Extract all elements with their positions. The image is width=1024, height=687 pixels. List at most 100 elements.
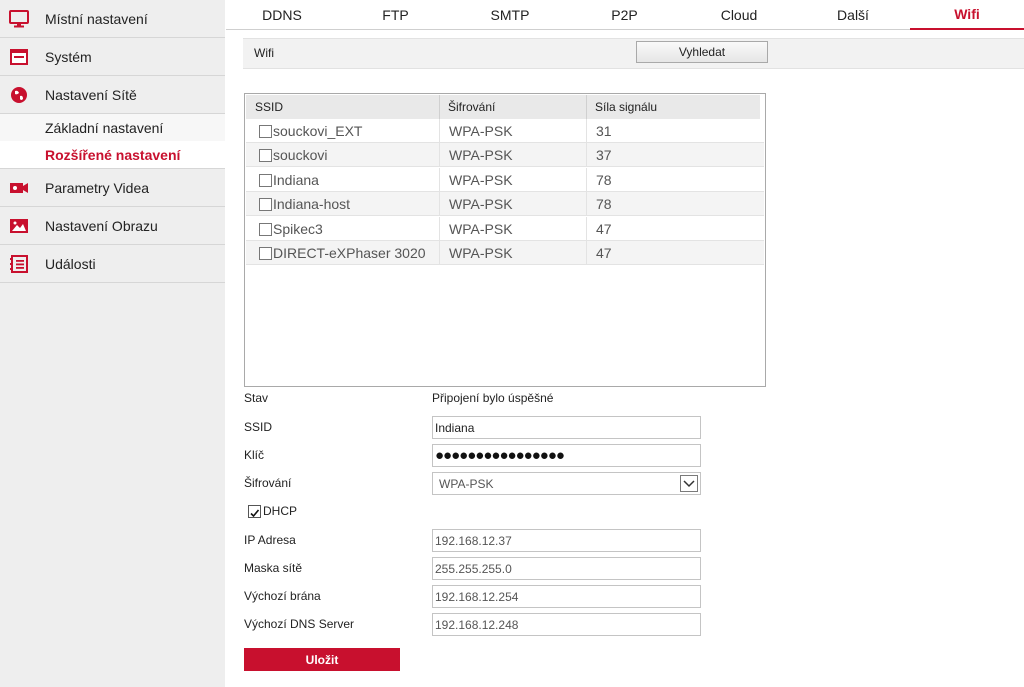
search-button[interactable]: Vyhledat — [636, 41, 768, 63]
chevron-down-icon[interactable] — [680, 475, 698, 492]
tab-p2p[interactable]: P2P — [567, 0, 682, 30]
column-divider — [439, 143, 440, 167]
signal-cell: 37 — [596, 147, 612, 163]
subnet-mask-input[interactable]: 255.255.255.0 — [432, 557, 701, 580]
monitor-icon — [9, 10, 29, 28]
dhcp-checkbox[interactable] — [248, 505, 261, 518]
ssid-label: SSID — [244, 420, 273, 434]
encryption-cell: WPA-PSK — [449, 221, 513, 237]
sidebar-item-image-settings[interactable]: Nastavení Obrazu — [0, 207, 225, 245]
sidebar-item-system[interactable]: Systém — [0, 38, 225, 76]
sidebar-item-network-settings[interactable]: Nastavení Sítě — [0, 76, 225, 114]
sidebar-item-label: Nastavení Obrazu — [45, 217, 158, 234]
ssid-cell: Indiana-host — [273, 196, 351, 212]
ip-address-input[interactable]: 192.168.12.37 — [432, 529, 701, 552]
signal-cell: 47 — [596, 221, 612, 237]
encryption-cell: WPA-PSK — [449, 172, 513, 188]
column-divider — [439, 241, 440, 265]
tab-ddns[interactable]: DDNS — [226, 0, 338, 30]
tab-other[interactable]: Další — [796, 0, 910, 30]
signal-cell: 47 — [596, 245, 612, 261]
events-icon — [9, 255, 29, 273]
signal-cell: 78 — [596, 172, 612, 188]
wifi-section-title: Wifi — [254, 46, 274, 60]
table-row[interactable]: Spikec3 WPA-PSK 47 — [246, 217, 764, 241]
sidebar-item-label: Systém — [45, 48, 92, 65]
network-submenu: Základní nastavení Rozšířené nastavení — [0, 114, 225, 169]
column-divider — [586, 241, 587, 265]
encryption-selected-value: WPA-PSK — [439, 476, 494, 491]
signal-cell: 31 — [596, 123, 612, 139]
tab-wifi[interactable]: Wifi — [910, 0, 1024, 30]
sidebar-item-local-settings[interactable]: Místní nastavení — [0, 0, 225, 38]
encryption-cell: WPA-PSK — [449, 147, 513, 163]
encryption-cell: WPA-PSK — [449, 123, 513, 139]
tab-ftp[interactable]: FTP — [338, 0, 453, 30]
ssid-cell: Spikec3 — [273, 221, 323, 237]
row-checkbox[interactable] — [259, 149, 272, 162]
wifi-network-table: SSID Šifrování Síla signálu souckovi_EXT… — [244, 93, 766, 387]
sidebar-item-events[interactable]: Události — [0, 245, 225, 283]
column-divider — [586, 192, 587, 216]
sidebar-item-label: Parametry Videa — [45, 179, 150, 196]
column-divider — [439, 95, 440, 119]
column-divider — [586, 168, 587, 192]
encryption-label: Šifrování — [244, 476, 292, 490]
ssid-cell: souckovi_EXT — [273, 123, 363, 139]
table-row[interactable]: Indiana-host WPA-PSK 78 — [246, 192, 764, 216]
column-divider — [439, 192, 440, 216]
row-checkbox[interactable] — [259, 174, 272, 187]
column-divider — [586, 143, 587, 167]
gateway-input[interactable]: 192.168.12.254 — [432, 585, 701, 608]
key-label: Klíč — [244, 448, 265, 462]
column-divider — [439, 119, 440, 143]
tab-bar: DDNS FTP SMTP P2P Cloud Další Wifi — [226, 0, 1024, 30]
column-divider — [586, 95, 587, 119]
signal-cell: 78 — [596, 196, 612, 212]
dns-server-label: Výchozí DNS Server — [244, 617, 355, 631]
wifi-header: Wifi Vyhledat — [243, 38, 1024, 69]
ssid-cell: Indiana — [273, 172, 319, 188]
key-password-input[interactable]: ●●●●●●●●●●●●●●●● — [432, 444, 701, 467]
gateway-label: Výchozí brána — [244, 589, 321, 603]
subnet-mask-label: Maska sítě — [244, 561, 303, 575]
system-icon — [9, 48, 29, 66]
ip-address-label: IP Adresa — [244, 533, 296, 547]
image-icon — [9, 217, 29, 235]
tab-cloud[interactable]: Cloud — [682, 0, 796, 30]
column-header-ssid: SSID — [255, 100, 284, 114]
row-checkbox[interactable] — [259, 198, 272, 211]
table-row[interactable]: souckovi WPA-PSK 37 — [246, 143, 764, 167]
video-camera-icon — [9, 179, 29, 197]
table-row[interactable]: souckovi_EXT WPA-PSK 31 — [246, 119, 764, 143]
dns-server-input[interactable]: 192.168.12.248 — [432, 613, 701, 636]
sidebar-item-label: Nastavení Sítě — [45, 86, 137, 103]
sidebar-item-label: Místní nastavení — [45, 10, 148, 27]
column-divider — [586, 217, 587, 241]
row-checkbox[interactable] — [259, 125, 272, 138]
column-header-signal: Síla signálu — [595, 100, 658, 114]
table-header: SSID Šifrování Síla signálu — [246, 95, 760, 119]
column-divider — [439, 217, 440, 241]
dhcp-label: DHCP — [263, 504, 298, 518]
encryption-cell: WPA-PSK — [449, 196, 513, 212]
ssid-cell: DIRECT-eXPhaser 3020 — [273, 245, 426, 261]
ssid-input[interactable]: Indiana — [432, 416, 701, 439]
globe-icon — [9, 86, 29, 104]
sidebar-item-label: Události — [45, 255, 96, 272]
column-header-encryption: Šifrování — [448, 100, 496, 114]
sidebar-subitem-advanced-settings[interactable]: Rozšířené nastavení — [0, 141, 225, 168]
ssid-cell: souckovi — [273, 147, 328, 163]
encryption-select[interactable]: WPA-PSK — [432, 472, 701, 495]
table-row[interactable]: DIRECT-eXPhaser 3020 WPA-PSK 47 — [246, 241, 764, 265]
table-row[interactable]: Indiana WPA-PSK 78 — [246, 168, 764, 192]
sidebar-item-video-parameters[interactable]: Parametry Videa — [0, 169, 225, 207]
encryption-cell: WPA-PSK — [449, 245, 513, 261]
column-divider — [586, 119, 587, 143]
column-divider — [439, 168, 440, 192]
tab-smtp[interactable]: SMTP — [453, 0, 567, 30]
row-checkbox[interactable] — [259, 223, 272, 236]
save-button[interactable]: Uložit — [244, 648, 400, 671]
sidebar-subitem-basic-settings[interactable]: Základní nastavení — [0, 114, 225, 141]
row-checkbox[interactable] — [259, 247, 272, 260]
